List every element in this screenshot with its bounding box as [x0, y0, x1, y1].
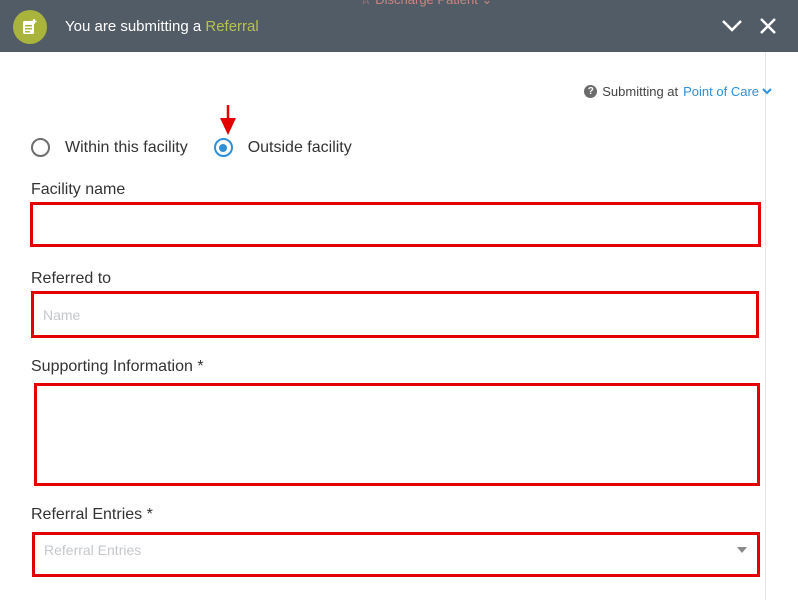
supporting-info-textarea[interactable] — [37, 386, 757, 483]
background-menu-peek: ☆ Discharge Patient ⌄ — [360, 0, 492, 8]
supporting-info-field — [34, 383, 760, 486]
submitting-at-dropdown[interactable]: Point of Care — [683, 84, 772, 99]
submitting-at-label: Submitting at — [602, 84, 679, 99]
caret-down-icon — [737, 547, 747, 553]
dialog-header: ☆ Discharge Patient ⌄ You are submitting… — [0, 0, 798, 52]
radio-within-facility-circle[interactable] — [31, 138, 50, 157]
help-icon[interactable]: ? — [584, 85, 598, 98]
annotation-arrow-icon — [220, 105, 236, 135]
chevron-down-icon — [722, 20, 742, 32]
referred-to-label: Referred to — [31, 270, 112, 287]
radio-outside-facility-circle[interactable] — [213, 138, 233, 157]
referral-form-icon — [13, 10, 47, 44]
radio-outside-facility[interactable]: Outside facility — [213, 138, 352, 157]
facility-name-label: Facility name — [31, 181, 126, 198]
scrollbar-track — [765, 52, 766, 600]
close-button[interactable] — [756, 14, 780, 38]
facility-name-field — [30, 202, 761, 247]
facility-radio-group: Within this facility Outside facility — [31, 138, 352, 157]
referred-to-field — [31, 291, 759, 338]
referral-entries-label: Referral Entries * — [31, 506, 153, 523]
submitting-at: ? Submitting at Point of Care — [584, 84, 772, 99]
chevron-down-icon — [762, 88, 772, 95]
referred-to-input[interactable] — [34, 294, 756, 335]
dialog-title: You are submitting a Referral — [65, 18, 259, 35]
radio-within-facility-label: Within this facility — [65, 138, 188, 156]
referral-entries-placeholder: Referral Entries — [44, 542, 142, 558]
collapse-button[interactable] — [720, 14, 744, 38]
close-icon — [760, 18, 776, 34]
dialog-title-type: Referral — [205, 18, 259, 35]
radio-within-facility[interactable]: Within this facility — [31, 138, 188, 157]
submitting-at-value: Point of Care — [683, 84, 759, 99]
dialog-title-prefix: You are submitting a — [65, 18, 202, 35]
radio-outside-facility-label: Outside facility — [247, 138, 352, 156]
facility-name-input[interactable] — [33, 205, 758, 244]
supporting-info-label: Supporting Information * — [31, 358, 204, 375]
referral-entries-select[interactable]: Referral Entries — [32, 532, 760, 577]
